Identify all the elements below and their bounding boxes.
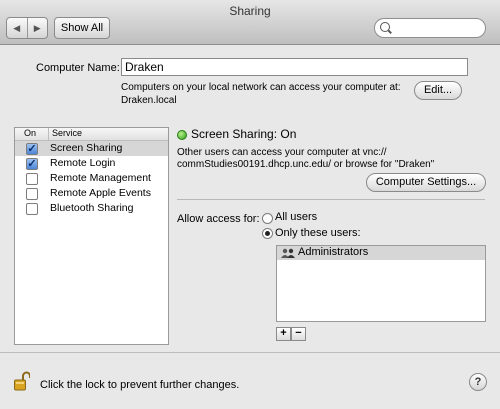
service-checkbox[interactable]	[26, 188, 38, 200]
allow-access-label: Allow access for:	[177, 213, 260, 225]
computer-name-note: Computers on your local network can acce…	[121, 81, 411, 107]
service-label: Remote Management	[50, 172, 151, 184]
service-checkbox[interactable]: ✓	[26, 158, 38, 170]
user-name: Administrators	[298, 246, 369, 258]
local-hostname: Draken.local	[121, 95, 177, 106]
computer-settings-button[interactable]: Computer Settings...	[366, 173, 486, 192]
padlock-open-icon[interactable]	[14, 371, 30, 391]
all-users-label[interactable]: All users	[275, 211, 317, 223]
show-all-button[interactable]: Show All	[54, 17, 110, 39]
header-service[interactable]: Service	[48, 128, 82, 140]
service-row[interactable]: ✓ Remote Login	[15, 156, 168, 171]
help-icon[interactable]: ?	[469, 373, 487, 391]
group-users-icon	[281, 248, 295, 258]
service-checkbox[interactable]: ✓	[26, 143, 38, 155]
remove-user-button[interactable]: −	[291, 327, 306, 341]
allowed-users-list[interactable]: Administrators	[276, 245, 486, 322]
window-titlebar: Sharing ◀ ▶ Show All	[0, 0, 500, 45]
service-checkbox[interactable]	[26, 203, 38, 215]
back-arrow-icon[interactable]: ◀	[7, 18, 27, 38]
window-title: Sharing	[229, 4, 271, 18]
service-label: Bluetooth Sharing	[50, 202, 134, 214]
all-users-radio[interactable]	[262, 213, 273, 224]
service-description-line1: Other users can access your computer at …	[177, 147, 387, 158]
computer-name-note-line1: Computers on your local network can acce…	[121, 82, 401, 93]
service-description: Other users can access your computer at …	[177, 147, 477, 171]
service-label: Screen Sharing	[50, 142, 123, 154]
lock-message: Click the lock to prevent further change…	[40, 379, 240, 391]
header-on[interactable]: On	[24, 128, 36, 138]
computer-name-label: Computer Name:	[36, 62, 120, 74]
forward-arrow-icon[interactable]: ▶	[26, 18, 48, 38]
footer-divider	[0, 352, 500, 353]
service-label: Remote Apple Events	[50, 187, 151, 199]
computer-name-field[interactable]	[121, 58, 468, 76]
search-input[interactable]	[395, 20, 479, 36]
service-row[interactable]: Bluetooth Sharing	[15, 201, 168, 216]
only-these-users-label[interactable]: Only these users:	[275, 227, 361, 239]
search-field[interactable]	[374, 18, 486, 38]
list-item[interactable]: Administrators	[277, 246, 485, 260]
nav-buttons: ◀ ▶	[6, 17, 48, 39]
only-these-users-radio[interactable]	[262, 228, 273, 239]
service-row[interactable]: ✓ Screen Sharing	[15, 141, 168, 156]
service-row[interactable]: Remote Management	[15, 171, 168, 186]
service-row[interactable]: Remote Apple Events	[15, 186, 168, 201]
service-checkbox[interactable]	[26, 173, 38, 185]
service-description-line2: commStudies00191.dhcp.unc.edu/ or browse…	[177, 159, 435, 170]
green-status-icon	[177, 130, 187, 140]
divider	[177, 199, 485, 200]
service-status: Screen Sharing: On	[191, 127, 297, 141]
add-user-button[interactable]: +	[276, 327, 291, 341]
service-list-header: On Service	[15, 128, 168, 141]
service-list: On Service ✓ Screen Sharing ✓ Remote Login R…	[14, 127, 169, 345]
service-label: Remote Login	[50, 157, 116, 169]
magnifier-icon	[380, 22, 390, 32]
edit-button[interactable]: Edit...	[414, 81, 462, 100]
